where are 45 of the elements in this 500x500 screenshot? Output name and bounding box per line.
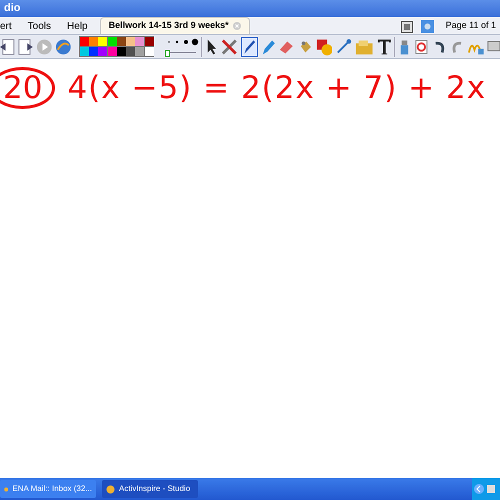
eraser-icon[interactable] <box>278 38 296 54</box>
menu-item[interactable]: ert <box>0 18 12 34</box>
app-icon <box>106 484 115 494</box>
color-swatch[interactable] <box>89 47 98 56</box>
previous-page-icon[interactable] <box>0 38 15 56</box>
taskbar-button[interactable]: ENA Mail:: Inbox (32... <box>0 480 96 498</box>
globe-icon[interactable] <box>55 38 72 56</box>
pointer-icon[interactable] <box>205 38 218 56</box>
text-tool-icon[interactable] <box>376 38 392 56</box>
color-swatch[interactable] <box>80 37 89 46</box>
pen-icon[interactable] <box>240 36 258 56</box>
color-swatch[interactable] <box>135 37 144 46</box>
connector-icon[interactable] <box>335 38 352 56</box>
page-browser-icon[interactable] <box>420 20 434 33</box>
color-swatch[interactable] <box>144 47 154 56</box>
color-swatch[interactable] <box>98 37 108 46</box>
next-page-icon[interactable] <box>18 38 33 56</box>
color-swatch[interactable] <box>98 47 108 56</box>
reset-page-icon[interactable] <box>414 38 429 56</box>
color-swatch[interactable] <box>89 37 98 46</box>
pen-width-selector[interactable] <box>164 36 198 56</box>
taskbar-button[interactable]: ActivInspire - Studio <box>102 480 198 498</box>
menu-item[interactable]: Tools <box>28 18 52 34</box>
color-swatch[interactable] <box>126 47 136 56</box>
menu-item[interactable]: Help <box>67 18 88 34</box>
window-title: dio <box>4 1 20 16</box>
handwritten-equation: 4(x −5) = 2(2x + 7) + 2x <box>67 69 486 108</box>
color-swatch[interactable] <box>108 37 117 46</box>
shapes-icon[interactable] <box>316 38 332 56</box>
tools-icon[interactable] <box>221 38 238 56</box>
page-view-icon[interactable] <box>400 21 413 33</box>
page-indicator: Page 11 of 1 <box>446 18 496 32</box>
document-tab[interactable]: Bellwork 14-15 3rd 9 weeks* <box>100 17 250 34</box>
color-swatch[interactable] <box>135 47 144 56</box>
color-swatch[interactable] <box>80 47 89 56</box>
app-icon <box>4 484 8 494</box>
pen-size-dots-icon <box>166 38 199 46</box>
color-swatch[interactable] <box>144 37 154 46</box>
highlighter-icon[interactable] <box>260 38 276 56</box>
slider-thumb[interactable] <box>165 50 170 56</box>
circled-problem-number: 20 <box>0 67 56 110</box>
close-icon[interactable] <box>232 22 241 30</box>
color-swatch[interactable] <box>126 37 136 46</box>
chevron-icon[interactable] <box>474 484 484 494</box>
color-swatch[interactable] <box>108 47 117 56</box>
